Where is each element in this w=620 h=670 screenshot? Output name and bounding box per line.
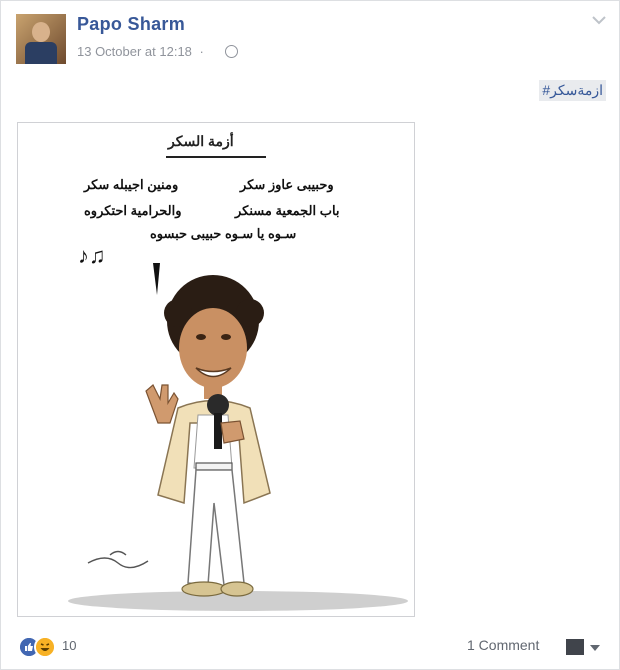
- page-avatar-icon[interactable]: [566, 639, 584, 655]
- hashtag-link[interactable]: #ازمةسكر: [539, 80, 606, 101]
- caret-down-icon[interactable]: [590, 645, 600, 651]
- separator: ·: [199, 44, 204, 59]
- cartoon-image[interactable]: أزمة السكر وحبيبى عاوز سكر ومنين اجيبله …: [17, 122, 415, 617]
- chevron-down-icon[interactable]: [590, 13, 608, 27]
- post-timestamp[interactable]: 13 October at 12:18 ·: [77, 44, 204, 59]
- timestamp-text[interactable]: 13 October at 12:18: [77, 44, 192, 59]
- globe-icon[interactable]: [225, 45, 238, 58]
- comment-count-link[interactable]: 1 Comment: [467, 637, 539, 653]
- singer-caricature: [68, 263, 408, 611]
- reaction-count[interactable]: 10: [62, 638, 76, 653]
- author-name[interactable]: Papo Sharm: [77, 14, 185, 35]
- haha-reaction-icon[interactable]: [34, 636, 56, 658]
- avatar[interactable]: [16, 14, 66, 64]
